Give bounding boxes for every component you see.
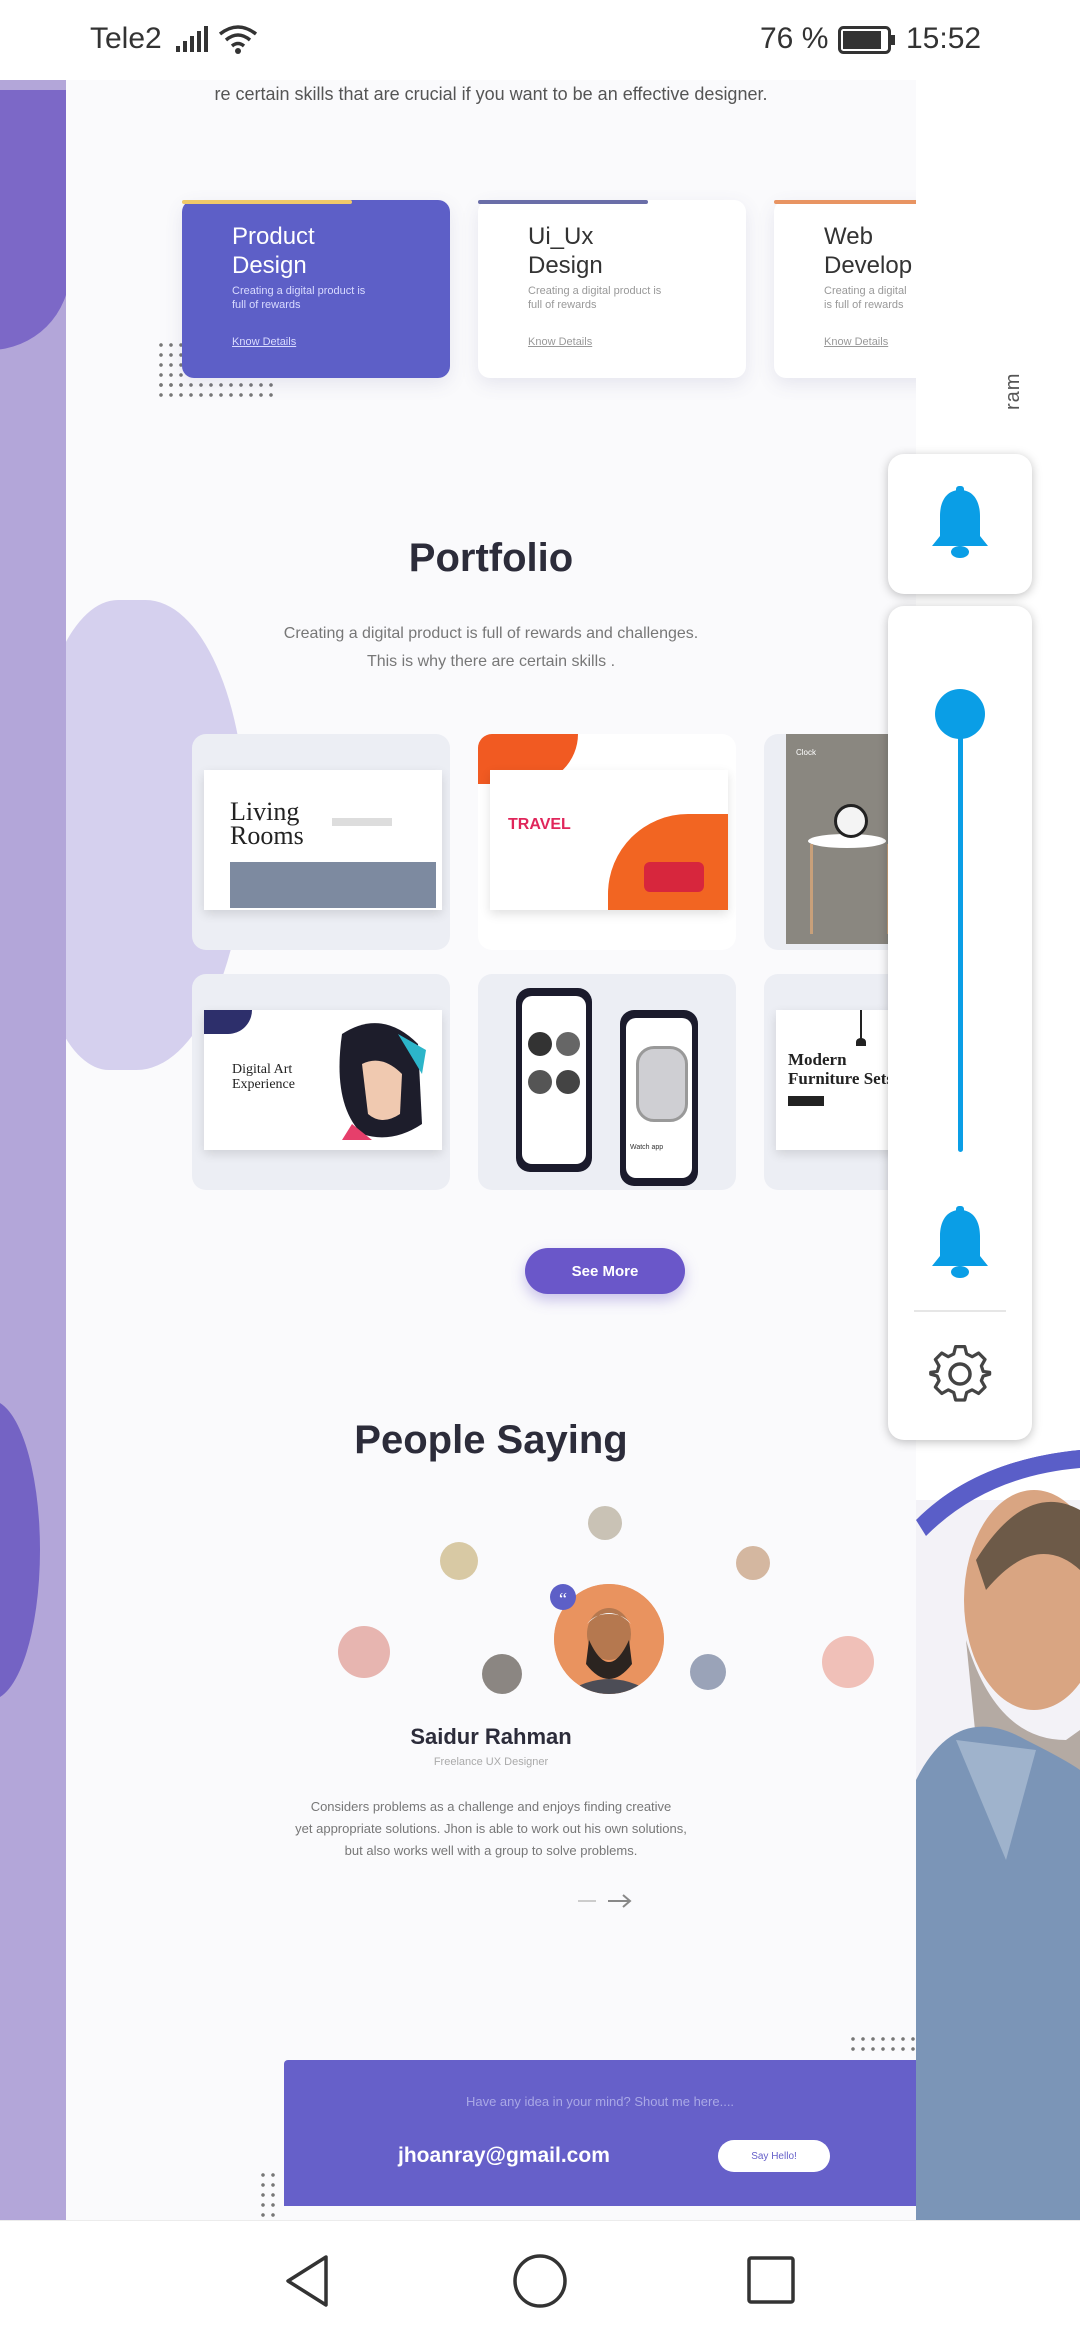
contact-prompt: Have any idea in your mind? Shout me her… [465, 2094, 735, 2109]
avatar-small[interactable] [822, 1636, 874, 1688]
portfolio-item-watch-app[interactable]: Watch app [478, 974, 736, 1190]
service-title: Ui_Ux Design [528, 223, 603, 279]
portfolio-item-travel[interactable]: TRAVEL [478, 734, 736, 950]
card-accent [478, 200, 648, 204]
volume-panel [888, 606, 1032, 1440]
left-background [0, 80, 66, 2220]
see-more-button[interactable]: See More [525, 1248, 685, 1294]
carrier-label: Tele2 [90, 22, 162, 55]
portfolio-subtitle-line2: This is why there are certain skills . [366, 653, 616, 670]
bg-blob-bottom [0, 1400, 40, 1700]
volume-slider-thumb[interactable] [935, 689, 985, 740]
service-title: Product Design [232, 223, 315, 279]
bell-icon[interactable] [928, 1206, 992, 1282]
service-desc: Creating a digital is full of rewards [824, 285, 907, 311]
dots-decoration [156, 380, 276, 402]
person-photo [916, 1440, 1080, 2220]
service-link[interactable]: Know Details [528, 336, 592, 348]
panel-divider [914, 1310, 1006, 1312]
recents-icon[interactable] [746, 2255, 796, 2305]
portfolio-item-label: Digital Art Experience [232, 1062, 295, 1092]
service-link[interactable]: Know Details [232, 336, 296, 348]
say-hello-button[interactable]: Say Hello! [718, 2140, 830, 2172]
testimonials-title: People Saying [354, 1418, 628, 1462]
portfolio-title: Portfolio [408, 536, 574, 580]
portfolio-item-label: Watch app [630, 1144, 664, 1151]
avatar-small[interactable] [736, 1546, 770, 1580]
service-desc: Creating a digital product is full of re… [528, 285, 662, 311]
contact-banner: Have any idea in your mind? Shout me her… [284, 2060, 916, 2206]
quote-icon: “ [550, 1584, 576, 1610]
avatar-small[interactable] [338, 1626, 390, 1678]
battery-icon [838, 26, 895, 54]
portfolio-item-digital-art[interactable]: Digital Art Experience [192, 974, 450, 1190]
bg-blob-top [0, 90, 66, 350]
ringtone-panel [888, 454, 1032, 594]
battery-percent: 76 % [760, 22, 829, 55]
card-accent [774, 200, 916, 204]
back-icon[interactable] [282, 2253, 332, 2309]
avatar-small[interactable] [588, 1506, 622, 1540]
side-vertical-text: ram [1002, 372, 1024, 410]
next-arrow-icon[interactable] [606, 1892, 634, 1910]
clock-time: 15:52 [906, 22, 982, 55]
portfolio-subtitle-line1: Creating a digital product is full of re… [283, 625, 699, 642]
gear-icon[interactable] [928, 1342, 992, 1406]
contact-email[interactable]: jhoanray@gmail.com [398, 2144, 610, 2168]
signal-icon [176, 26, 208, 52]
testimonial-quote-line1: Considers problems as a challenge and en… [310, 1799, 672, 1814]
service-card-product-design[interactable]: Product Design Creating a digital produc… [182, 200, 450, 378]
wifi-icon [218, 25, 258, 54]
testimonial-quote-line3: but also works well with a group to solv… [344, 1843, 638, 1858]
service-desc: Creating a digital product is full of re… [232, 285, 366, 311]
testimonial-role: Freelance UX Designer [433, 1756, 549, 1768]
avatar-small[interactable] [440, 1542, 478, 1580]
prev-arrow-icon[interactable] [578, 1900, 596, 1902]
avatar-small[interactable] [482, 1654, 522, 1694]
bell-icon[interactable] [928, 486, 992, 562]
home-icon[interactable] [512, 2253, 568, 2309]
testimonial-quote-line2: yet appropriate solutions. Jhon is able … [295, 1821, 687, 1836]
navigation-bar [0, 2220, 1080, 2341]
service-card-web-develop[interactable]: Web Develop Creating a digital is full o… [774, 200, 916, 378]
service-link[interactable]: Know Details [824, 336, 888, 348]
portfolio-item-label: Living Rooms [230, 797, 304, 850]
testimonial-name: Saidur Rahman [410, 1724, 572, 1749]
portfolio-item-label: TRAVEL [508, 816, 571, 833]
intro-text: re certain skills that are crucial if yo… [214, 84, 768, 104]
avatar-small[interactable] [690, 1654, 726, 1690]
dots-decoration [258, 2170, 280, 2220]
portfolio-item-living-rooms[interactable]: Living Rooms [192, 734, 450, 950]
website-page: re certain skills that are crucial if yo… [66, 80, 916, 2220]
service-title: Web Develop [824, 223, 913, 279]
dots-decoration [848, 2034, 916, 2054]
card-accent [182, 200, 352, 204]
service-card-uiux-design[interactable]: Ui_Ux Design Creating a digital product … [478, 200, 746, 378]
portfolio-item-label: Clock [796, 748, 817, 757]
status-bar: Tele2 76 % 15:52 [0, 0, 1080, 80]
volume-slider-track[interactable] [958, 696, 963, 1152]
